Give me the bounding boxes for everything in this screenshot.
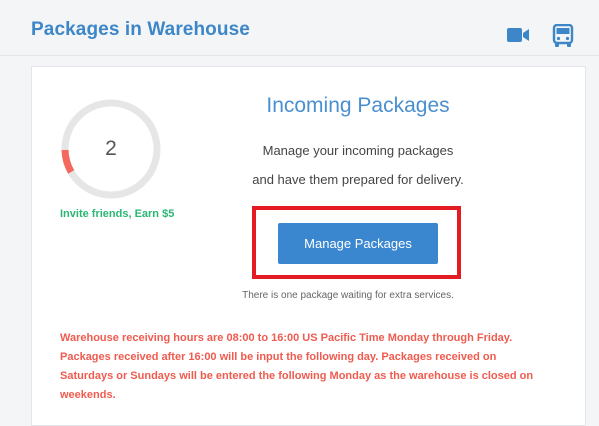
video-camera-icon[interactable] xyxy=(506,25,532,47)
description-line-1: Manage your incoming packages xyxy=(262,143,454,158)
package-count: 2 xyxy=(105,137,117,160)
package-status-note: There is one package waiting for extra s… xyxy=(242,290,454,301)
invite-friends-link[interactable]: Invite friends, Earn $5 xyxy=(60,208,174,220)
panel-title: Packages in Warehouse xyxy=(31,19,250,40)
warning-line: Warehouse receiving hours are 08:00 to 1… xyxy=(60,332,513,344)
manage-packages-button[interactable]: Manage Packages xyxy=(278,223,438,264)
header-divider xyxy=(0,55,599,56)
warning-line: Saturdays or Sundays will be entered the… xyxy=(60,370,534,382)
packages-panel: Packages in Warehouse 2 Invite friends, … xyxy=(0,0,599,426)
warning-line: Packages received after 16:00 will be in… xyxy=(60,351,497,363)
incoming-packages-title: Incoming Packages xyxy=(266,94,450,117)
warning-line: weekends. xyxy=(60,389,116,401)
bus-icon[interactable] xyxy=(552,23,578,47)
description-line-2: and have them prepared for delivery. xyxy=(252,172,464,187)
receiving-hours-warning: Warehouse receiving hours are 08:00 to 1… xyxy=(60,329,560,405)
panel-header: Packages in Warehouse xyxy=(0,0,599,48)
